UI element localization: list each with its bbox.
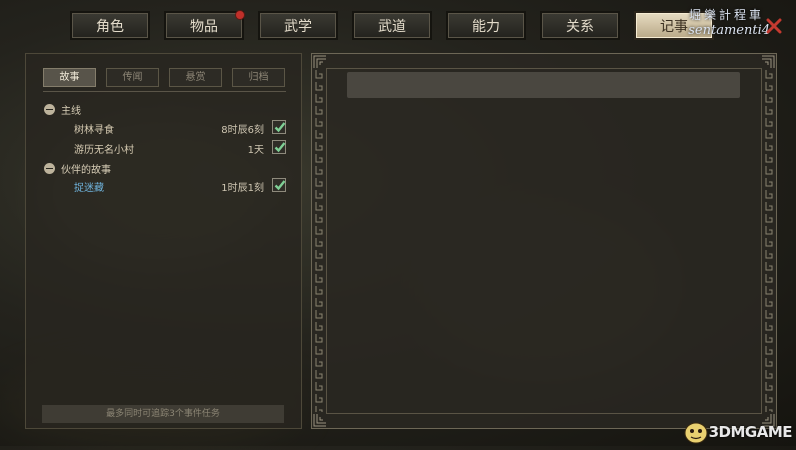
divider xyxy=(43,91,286,92)
watermark-en-text: sentamenti4 xyxy=(688,23,770,38)
tab-relations[interactable]: 关系 xyxy=(540,11,620,40)
logo-text: 3DMGAME xyxy=(708,423,793,441)
quest-time: 8时辰6刻 xyxy=(221,125,264,136)
subtab-bounty[interactable]: 悬赏 xyxy=(169,68,222,87)
frame-corner-icon xyxy=(313,55,326,68)
red-mark-icon xyxy=(766,18,782,34)
collapse-icon[interactable] xyxy=(44,103,55,115)
subtab-rumors[interactable]: 传闻 xyxy=(106,68,159,87)
subtab-story[interactable]: 故事 xyxy=(43,68,96,87)
ornate-frame xyxy=(326,68,762,414)
tab-label: 关系 xyxy=(566,19,594,35)
tab-label: 物品 xyxy=(190,19,218,35)
category-label: 伙伴的故事 xyxy=(61,164,111,176)
quest-time: 1天 xyxy=(247,145,264,156)
quest-item[interactable]: 游历无名小村 1天 xyxy=(74,140,286,156)
subtab-label: 悬赏 xyxy=(185,72,206,83)
tab-abilities[interactable]: 能力 xyxy=(446,11,526,40)
fret-border-left xyxy=(314,70,324,412)
collapse-icon[interactable] xyxy=(44,162,55,174)
site-logo: 3DMGAME xyxy=(683,420,793,444)
tab-character[interactable]: 角色 xyxy=(70,11,150,40)
quest-detail-panel xyxy=(311,53,777,429)
tracking-limit-note: 最多同时可追踪3个事件任务 xyxy=(42,405,284,423)
watermark: 堀樂計程車 sentamenti4 xyxy=(640,6,788,46)
quest-title-bar xyxy=(347,72,740,98)
checkmark-icon xyxy=(274,142,286,153)
tab-label: 武道 xyxy=(378,19,406,35)
fret-border-right xyxy=(764,70,774,412)
checkmark-icon xyxy=(274,180,286,191)
subtab-label: 归档 xyxy=(248,72,269,83)
notification-badge xyxy=(235,10,245,20)
category-label: 主线 xyxy=(61,105,81,117)
track-checkbox[interactable] xyxy=(272,120,286,134)
category-companion-story[interactable]: 伙伴的故事 xyxy=(44,161,111,176)
quest-name: 游历无名小村 xyxy=(74,145,134,156)
tab-items[interactable]: 物品 xyxy=(164,10,245,40)
tab-martial-arts[interactable]: 武学 xyxy=(258,11,338,40)
checkmark-icon xyxy=(274,122,286,133)
tab-label: 能力 xyxy=(472,19,500,35)
subtab-archive[interactable]: 归档 xyxy=(232,68,285,87)
track-checkbox[interactable] xyxy=(272,178,286,192)
quest-time: 1时辰1刻 xyxy=(221,183,264,194)
quest-name: 捉迷藏 xyxy=(74,183,104,194)
watermark-cn-text: 堀樂計程車 xyxy=(688,8,764,22)
tab-label: 角色 xyxy=(96,19,124,35)
category-main-story[interactable]: 主线 xyxy=(44,102,81,117)
quest-name: 树林寻食 xyxy=(74,125,114,136)
quest-item[interactable]: 捉迷藏 1时辰1刻 xyxy=(74,178,286,194)
quest-list-panel: 故事 传闻 悬赏 归档 主线 树林寻食 8时辰6刻 游历无名小村 1天 伙伴的故… xyxy=(25,53,302,429)
quest-item[interactable]: 树林寻食 8时辰6刻 xyxy=(74,120,286,136)
subtab-label: 传闻 xyxy=(122,72,143,83)
mascot-icon xyxy=(684,422,708,444)
tab-label: 武学 xyxy=(284,19,312,35)
tab-wudao[interactable]: 武道 xyxy=(352,11,432,40)
subtab-label: 故事 xyxy=(59,72,80,83)
frame-corner-icon xyxy=(762,55,775,68)
track-checkbox[interactable] xyxy=(272,140,286,154)
frame-corner-icon xyxy=(313,414,326,427)
